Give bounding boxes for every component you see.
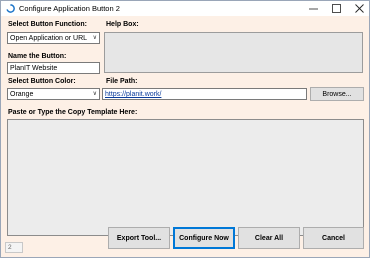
clear-all-button[interactable]: Clear All [238, 227, 300, 249]
name-input-value: PlanIT Website [10, 65, 58, 72]
filepath-label: File Path: [106, 78, 138, 85]
help-label: Help Box: [106, 21, 139, 28]
color-select-value: Orange [10, 91, 34, 98]
export-tool-button[interactable]: Export Tool... [108, 227, 170, 249]
close-button[interactable] [348, 1, 370, 16]
color-label: Select Button Color: [8, 78, 76, 85]
function-select[interactable]: Open Application or URL ∨ [7, 32, 100, 44]
browse-button[interactable]: Browse... [310, 87, 364, 101]
minimize-icon [308, 8, 318, 10]
export-tool-label: Export Tool... [116, 234, 162, 242]
name-label: Name the Button: [8, 53, 67, 60]
function-label: Select Button Function: [8, 21, 87, 28]
name-input[interactable]: PlanIT Website [7, 62, 100, 74]
dialog-window: Configure Application Button 2 Select Bu… [0, 0, 370, 258]
dialog-body: Select Button Function: Open Application… [1, 16, 369, 257]
chevron-down-icon: ∨ [92, 35, 97, 41]
template-label: Paste or Type the Copy Template Here: [8, 109, 138, 116]
clear-all-label: Clear All [254, 234, 284, 242]
chevron-down-icon: ∨ [92, 91, 97, 97]
title-bar[interactable]: Configure Application Button 2 [1, 1, 369, 16]
maximize-button[interactable] [325, 1, 347, 16]
filepath-link[interactable]: https://planit.work/ [105, 91, 161, 98]
button-number-indicator: 2 [5, 242, 23, 253]
button-number-value: 2 [8, 244, 12, 251]
help-box [104, 32, 363, 73]
minimize-button[interactable] [302, 1, 324, 16]
cancel-label: Cancel [322, 234, 345, 242]
maximize-icon [331, 4, 341, 13]
template-textarea[interactable] [7, 119, 364, 236]
close-icon [354, 4, 364, 13]
filepath-input[interactable]: https://planit.work/ [102, 88, 307, 100]
color-select[interactable]: Orange ∨ [7, 88, 100, 100]
configure-now-label: Configure Now [179, 234, 229, 242]
browse-button-label: Browse... [322, 90, 352, 98]
cancel-button[interactable]: Cancel [303, 227, 364, 249]
function-select-value: Open Application or URL [10, 35, 88, 42]
window-title: Configure Application Button 2 [19, 4, 120, 13]
configure-now-button[interactable]: Configure Now [173, 227, 235, 249]
app-icon [6, 4, 15, 13]
